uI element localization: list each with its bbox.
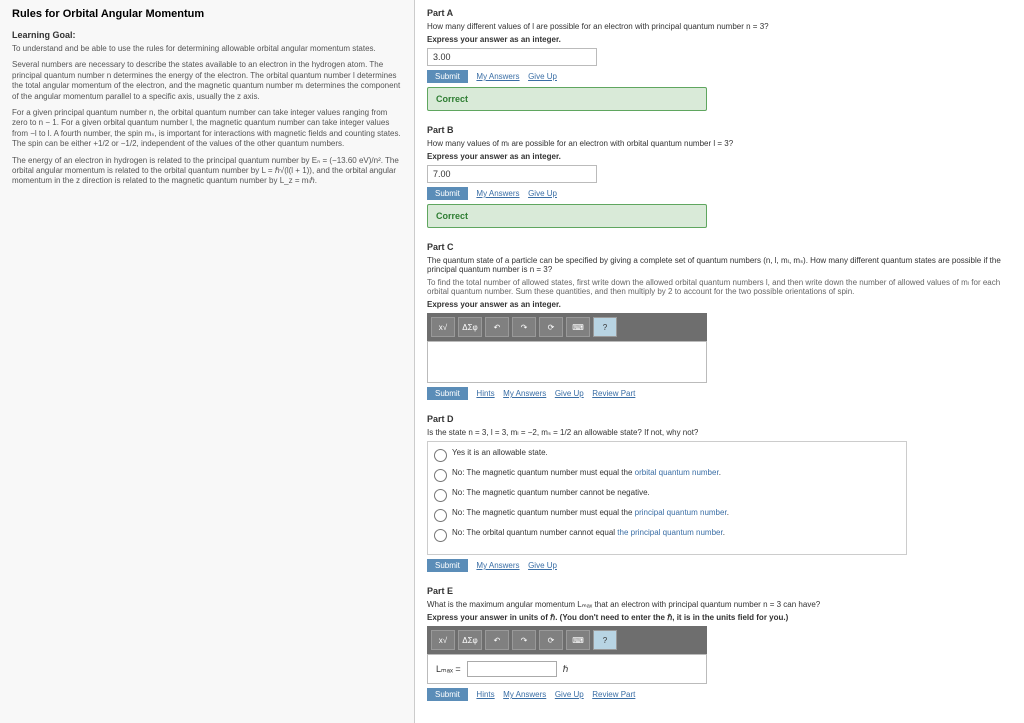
part-b-answer[interactable]: 7.00	[427, 165, 597, 183]
learning-goal-label: Learning Goal:	[12, 30, 402, 40]
part-d-prompt: Is the state n = 3, l = 3, mₗ = −2, mₛ =…	[427, 428, 1012, 437]
tool-undo-icon[interactable]: ↶	[485, 317, 509, 337]
part-d: Part D Is the state n = 3, l = 3, mₗ = −…	[427, 414, 1012, 572]
tool-keyboard-icon-e[interactable]: ⌨	[566, 630, 590, 650]
part-e-give-up-link[interactable]: Give Up	[555, 690, 584, 699]
part-b-feedback: Correct	[427, 204, 707, 228]
part-d-opt-2[interactable]: No: The magnetic quantum number cannot b…	[434, 488, 900, 502]
part-c-hint: To find the total number of allowed stat…	[427, 278, 1012, 296]
part-b-express: Express your answer as an integer.	[427, 152, 1012, 161]
tool-symbols-icon-e[interactable]: ΔΣφ	[458, 630, 482, 650]
part-e-input-row: Lₘₐₓ = ℏ	[427, 654, 707, 684]
page-title: Rules for Orbital Angular Momentum	[12, 8, 402, 20]
part-e-submit-button[interactable]: Submit	[427, 688, 468, 701]
part-e-hints-link[interactable]: Hints	[476, 690, 494, 699]
radio-4[interactable]	[434, 529, 447, 542]
part-a-prompt: How many different values of l are possi…	[427, 22, 1012, 31]
tool-template-icon-e[interactable]: x√	[431, 630, 455, 650]
tool-undo-icon-e[interactable]: ↶	[485, 630, 509, 650]
part-c-review-link[interactable]: Review Part	[592, 389, 635, 398]
part-d-options: Yes it is an allowable state. No: The ma…	[427, 441, 907, 555]
radio-3[interactable]	[434, 509, 447, 522]
part-c-my-answers-link[interactable]: My Answers	[503, 389, 546, 398]
part-a-title: Part A	[427, 8, 1012, 18]
part-b-title: Part B	[427, 125, 1012, 135]
left-paragraph-1: Several numbers are necessary to describ…	[12, 60, 402, 102]
part-e-input[interactable]	[467, 661, 557, 677]
left-paragraph-2: For a given principal quantum number n, …	[12, 108, 402, 150]
part-e-my-answers-link[interactable]: My Answers	[503, 690, 546, 699]
part-a-submit-button[interactable]: Submit	[427, 70, 468, 83]
tool-keyboard-icon[interactable]: ⌨	[566, 317, 590, 337]
part-d-title: Part D	[427, 414, 1012, 424]
part-e: Part E What is the maximum angular momen…	[427, 586, 1012, 701]
part-c-express: Express your answer as an integer.	[427, 300, 1012, 309]
part-c-hints-link[interactable]: Hints	[476, 389, 494, 398]
tool-reset-icon-e[interactable]: ⟳	[539, 630, 563, 650]
part-c: Part C The quantum state of a particle c…	[427, 242, 1012, 400]
part-e-prompt: What is the maximum angular momentum Lₘₐ…	[427, 600, 1012, 609]
radio-0[interactable]	[434, 449, 447, 462]
tool-help-icon[interactable]: ?	[593, 317, 617, 337]
part-a-give-up-link[interactable]: Give Up	[528, 72, 557, 81]
part-d-opt-4[interactable]: No: The orbital quantum number cannot eq…	[434, 528, 900, 542]
expression-toolbar-c: x√ ΔΣφ ↶ ↷ ⟳ ⌨ ?	[427, 313, 707, 341]
part-a-feedback: Correct	[427, 87, 707, 111]
tool-redo-icon[interactable]: ↷	[512, 317, 536, 337]
radio-2[interactable]	[434, 489, 447, 502]
part-c-submit-button[interactable]: Submit	[427, 387, 468, 400]
part-d-opt-1[interactable]: No: The magnetic quantum number must equ…	[434, 468, 900, 482]
part-b-submit-button[interactable]: Submit	[427, 187, 468, 200]
part-d-give-up-link[interactable]: Give Up	[528, 561, 557, 570]
part-d-submit-button[interactable]: Submit	[427, 559, 468, 572]
radio-1[interactable]	[434, 469, 447, 482]
part-d-opt-0[interactable]: Yes it is an allowable state.	[434, 448, 900, 462]
part-e-review-link[interactable]: Review Part	[592, 690, 635, 699]
part-b-give-up-link[interactable]: Give Up	[528, 189, 557, 198]
part-c-give-up-link[interactable]: Give Up	[555, 389, 584, 398]
part-a: Part A How many different values of l ar…	[427, 8, 1012, 111]
part-a-answer[interactable]: 3.00	[427, 48, 597, 66]
right-panel: Part A How many different values of l ar…	[415, 0, 1024, 723]
tool-symbols-icon[interactable]: ΔΣφ	[458, 317, 482, 337]
tool-help-icon-e[interactable]: ?	[593, 630, 617, 650]
part-e-title: Part E	[427, 586, 1012, 596]
expression-toolbar-e: x√ ΔΣφ ↶ ↷ ⟳ ⌨ ?	[427, 626, 707, 654]
part-b: Part B How many values of mₗ are possibl…	[427, 125, 1012, 228]
tool-reset-icon[interactable]: ⟳	[539, 317, 563, 337]
learning-goal-text: To understand and be able to use the rul…	[12, 44, 402, 54]
tool-redo-icon-e[interactable]: ↷	[512, 630, 536, 650]
part-b-prompt: How many values of mₗ are possible for a…	[427, 139, 1012, 148]
part-a-express: Express your answer as an integer.	[427, 35, 1012, 44]
part-e-express: Express your answer in units of ℏ. (You …	[427, 613, 1012, 622]
part-d-opt-3[interactable]: No: The magnetic quantum number must equ…	[434, 508, 900, 522]
part-c-prompt: The quantum state of a particle can be s…	[427, 256, 1012, 274]
part-d-my-answers-link[interactable]: My Answers	[476, 561, 519, 570]
part-c-input[interactable]	[427, 341, 707, 383]
left-paragraph-3: The energy of an electron in hydrogen is…	[12, 156, 402, 187]
part-b-my-answers-link[interactable]: My Answers	[476, 189, 519, 198]
part-a-my-answers-link[interactable]: My Answers	[476, 72, 519, 81]
left-panel: Rules for Orbital Angular Momentum Learn…	[0, 0, 415, 723]
tool-template-icon[interactable]: x√	[431, 317, 455, 337]
part-c-title: Part C	[427, 242, 1012, 252]
